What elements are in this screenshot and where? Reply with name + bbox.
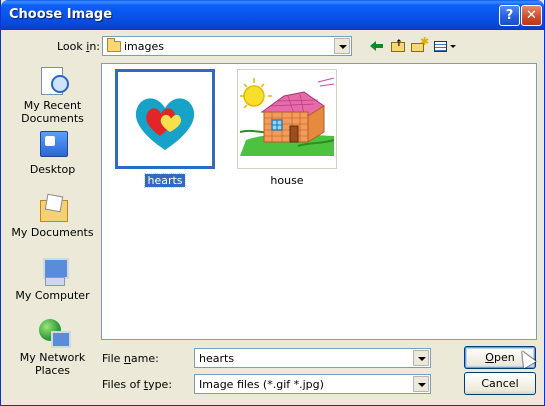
place-label: My Computer — [15, 289, 90, 302]
cancel-button[interactable]: Cancel — [464, 372, 536, 395]
file-name-combo[interactable]: hearts — [194, 348, 431, 368]
my-network-places-icon — [37, 317, 71, 349]
place-my-documents[interactable]: My Documents — [10, 192, 95, 239]
up-one-level-icon[interactable]: ↑ — [389, 37, 407, 55]
choose-image-dialog: Choose Image ? ✕ Look in: images ↑ ✱ My … — [0, 0, 545, 406]
recent-documents-icon — [37, 65, 69, 97]
look-in-value: images — [124, 40, 164, 53]
house-image — [239, 77, 335, 156]
look-in-dropdown[interactable]: images — [102, 36, 352, 56]
place-label: Desktop — [29, 163, 76, 176]
back-arrow-icon[interactable] — [368, 37, 386, 55]
file-name-label[interactable]: hearts — [115, 173, 215, 188]
hearts-image — [135, 98, 195, 150]
file-name-dropdown-arrow-icon[interactable] — [413, 350, 429, 366]
place-label: Places — [35, 364, 70, 377]
file-type-select[interactable]: Image files (*.gif *.jpg) — [194, 374, 431, 394]
file-type-dropdown-arrow-icon[interactable] — [413, 376, 429, 392]
file-type-label: Files of type: — [102, 378, 173, 391]
look-in-dropdown-arrow-icon[interactable] — [334, 38, 350, 54]
place-my-network-places[interactable]: My Network Places — [10, 317, 95, 377]
file-name-label[interactable]: house — [237, 174, 337, 187]
place-label: My Documents — [11, 226, 94, 239]
file-name-input[interactable]: hearts — [199, 352, 234, 365]
help-button[interactable]: ? — [499, 5, 520, 26]
thumbnail-hearts — [115, 69, 215, 169]
place-my-recent-documents[interactable]: My Recent Documents — [10, 65, 95, 125]
folder-icon — [107, 38, 121, 52]
my-computer-icon — [37, 255, 69, 287]
place-desktop[interactable]: Desktop — [10, 129, 95, 176]
close-button[interactable]: ✕ — [521, 5, 542, 26]
close-icon: ✕ — [526, 8, 537, 23]
place-label: My Network — [19, 351, 86, 364]
file-type-value: Image files (*.gif *.jpg) — [199, 378, 324, 391]
title-bar[interactable]: Choose Image ? ✕ — [1, 0, 544, 30]
view-menu-icon[interactable] — [433, 37, 457, 55]
desktop-icon — [37, 129, 69, 161]
thumbnail-house — [237, 69, 337, 169]
places-bar: My Recent Documents Desktop My Documents… — [10, 63, 95, 378]
create-new-folder-icon[interactable]: ✱ — [410, 35, 429, 55]
place-label: Documents — [21, 112, 84, 125]
look-in-label: Look in: — [57, 40, 101, 53]
dialog-title: Choose Image — [9, 7, 113, 22]
place-label: My Recent — [23, 99, 82, 112]
file-name-label: File name: — [102, 352, 159, 365]
file-list[interactable]: hearts house — [101, 63, 537, 340]
my-documents-icon — [37, 192, 69, 224]
help-icon: ? — [505, 8, 514, 23]
place-my-computer[interactable]: My Computer — [10, 255, 95, 302]
